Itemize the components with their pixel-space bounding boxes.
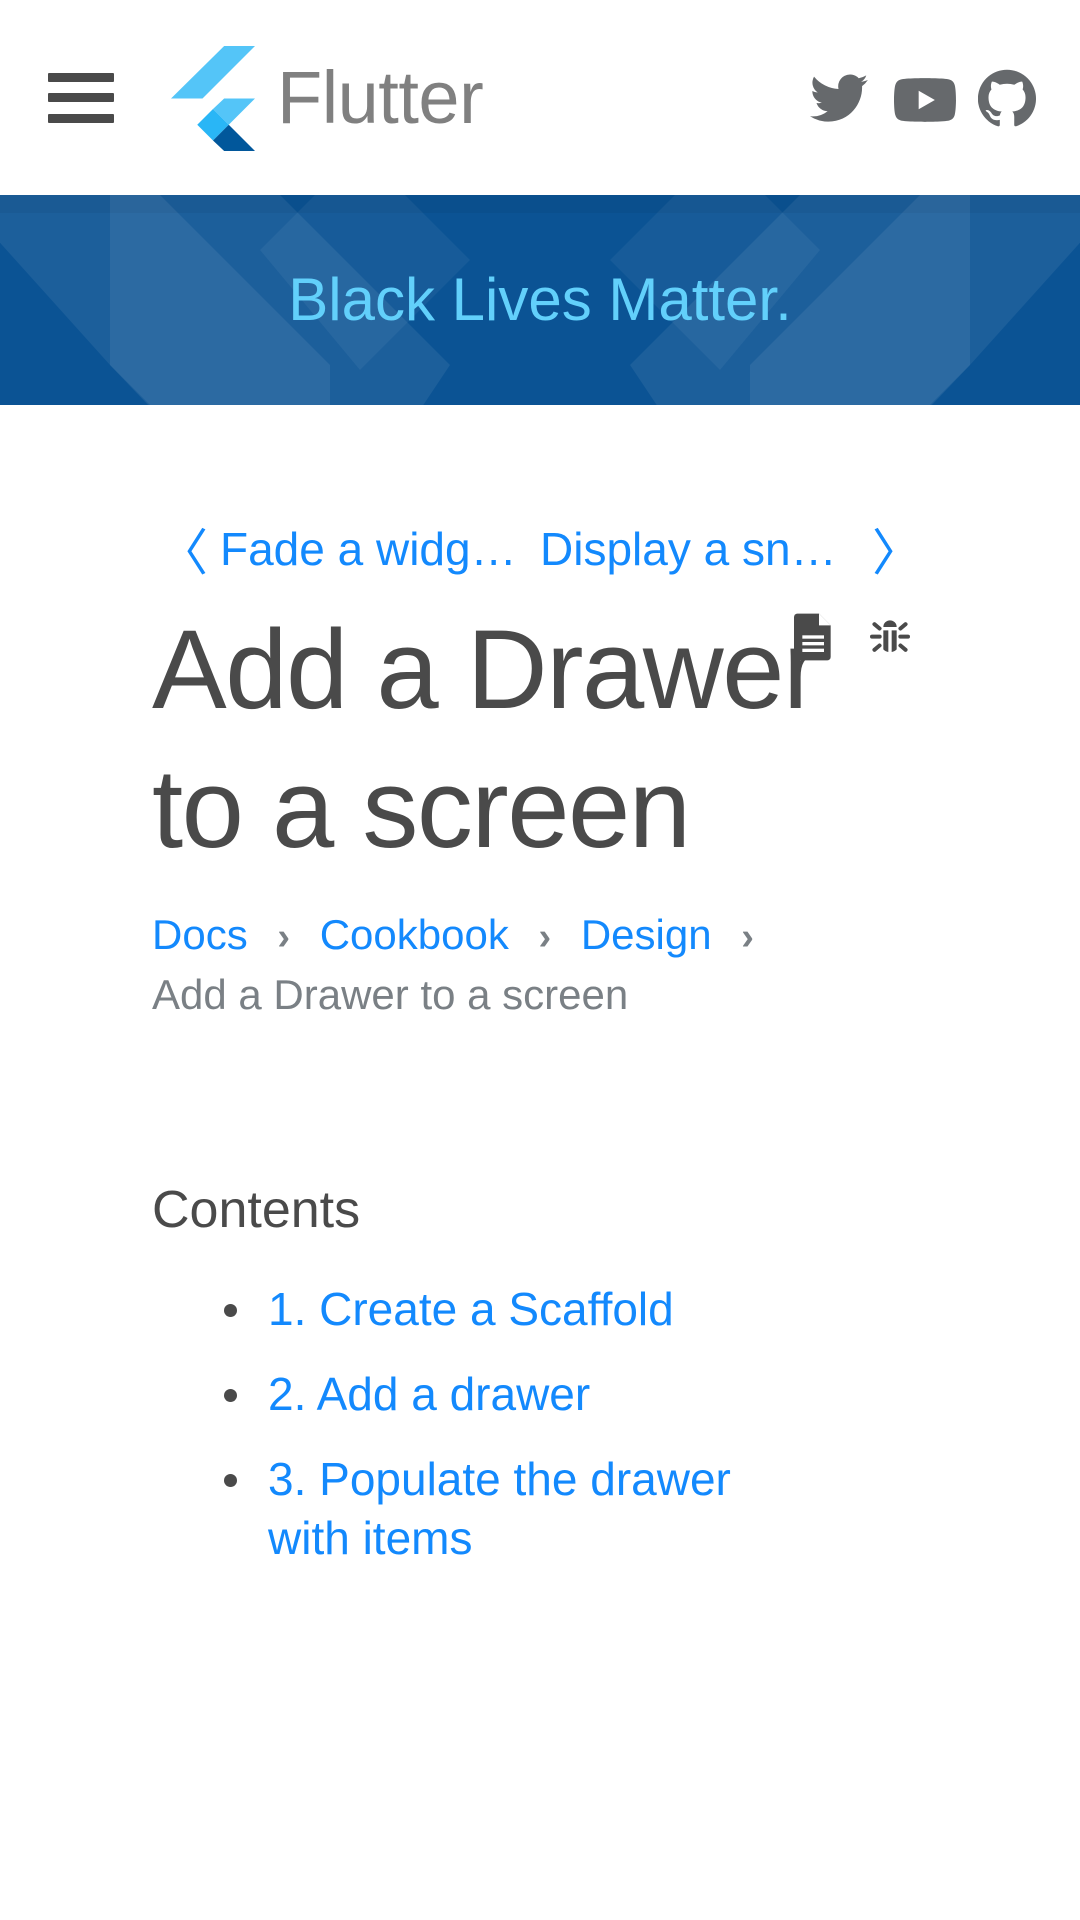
youtube-icon[interactable] bbox=[894, 69, 956, 127]
contents-link-1[interactable]: 1. Create a Scaffold bbox=[268, 1283, 674, 1335]
breadcrumb-separator-icon: › bbox=[538, 915, 552, 958]
page-prev-next-nav: 〈 Fade a widge… Display a sna… 〉 bbox=[0, 405, 1080, 585]
flutter-logo-icon bbox=[171, 45, 255, 151]
title-row: Add a Drawer to a screen bbox=[0, 585, 1080, 879]
list-item: 1. Create a Scaffold bbox=[224, 1280, 824, 1339]
banner-text[interactable]: Black Lives Matter. bbox=[288, 270, 792, 330]
page-source-icon[interactable] bbox=[794, 613, 834, 661]
breadcrumb-separator-icon: › bbox=[277, 915, 291, 958]
next-page-link[interactable]: Display a sna… bbox=[540, 522, 860, 576]
breadcrumb: Docs › Cookbook › Design › Add a Drawer … bbox=[0, 879, 860, 1025]
contents-link-3[interactable]: 3. Populate the drawer with items bbox=[268, 1453, 731, 1564]
breadcrumb-separator-icon: › bbox=[741, 915, 754, 958]
list-item: 3. Populate the drawer with items bbox=[224, 1450, 824, 1568]
contents-section: Contents 1. Create a Scaffold 2. Add a d… bbox=[0, 1024, 1080, 1568]
hamburger-bar bbox=[48, 113, 114, 123]
social-links bbox=[810, 69, 1036, 127]
github-icon[interactable] bbox=[978, 69, 1036, 127]
breadcrumb-item-docs[interactable]: Docs bbox=[152, 911, 248, 958]
twitter-icon[interactable] bbox=[810, 69, 868, 127]
breadcrumb-item-cookbook[interactable]: Cookbook bbox=[320, 911, 509, 958]
contents-link-2[interactable]: 2. Add a drawer bbox=[268, 1368, 590, 1420]
contents-heading: Contents bbox=[152, 1181, 361, 1240]
prev-chevron-icon: 〈 bbox=[158, 525, 208, 581]
page-action-icons bbox=[794, 613, 910, 661]
next-chevron-icon: 〉 bbox=[872, 525, 922, 581]
breadcrumb-item-current: Add a Drawer to a screen bbox=[152, 970, 629, 1018]
hamburger-menu-icon[interactable] bbox=[48, 72, 114, 123]
breadcrumb-item-design[interactable]: Design bbox=[581, 911, 712, 958]
contents-list: 1. Create a Scaffold 2. Add a drawer 3. … bbox=[152, 1280, 1036, 1568]
list-item: 2. Add a drawer bbox=[224, 1365, 824, 1424]
hamburger-bar bbox=[48, 72, 114, 82]
hamburger-bar bbox=[48, 93, 114, 102]
bug-report-icon[interactable] bbox=[870, 613, 910, 661]
prev-page-link[interactable]: Fade a widge… bbox=[220, 522, 540, 576]
black-lives-matter-banner[interactable]: Black Lives Matter. bbox=[0, 195, 1080, 405]
site-header: Flutter bbox=[0, 0, 1080, 195]
main-content: 〈 Fade a widge… Display a sna… 〉 Add a D… bbox=[0, 405, 1080, 1568]
brand-home-link[interactable]: Flutter bbox=[171, 45, 484, 151]
brand-name: Flutter bbox=[277, 55, 484, 139]
